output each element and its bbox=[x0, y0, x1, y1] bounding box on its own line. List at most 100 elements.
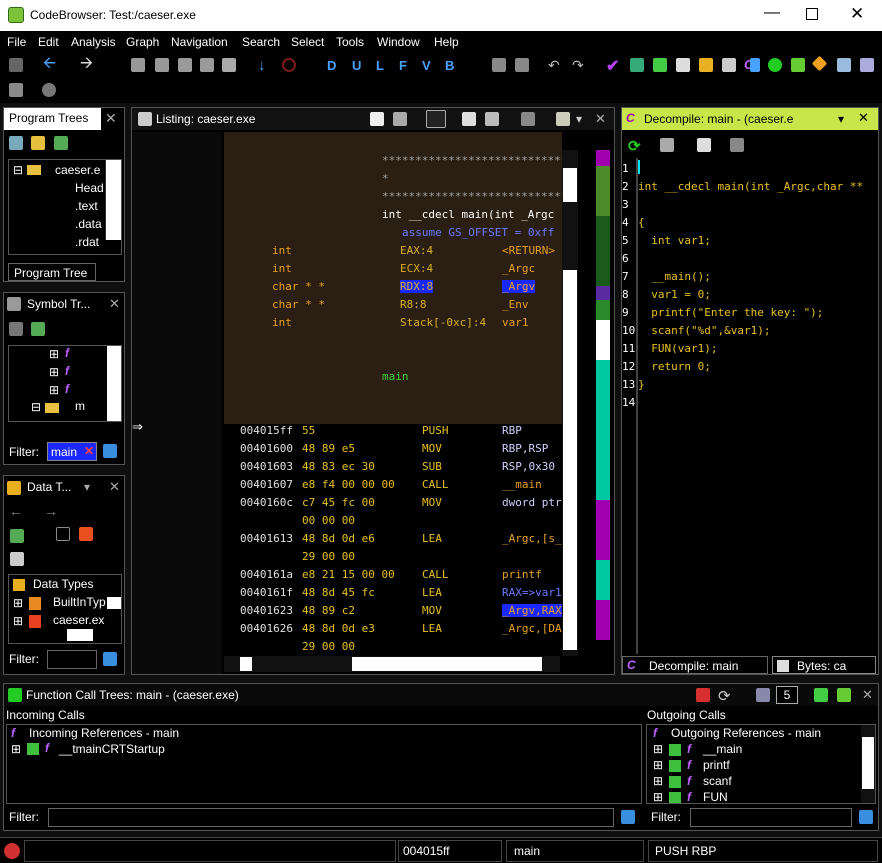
tool-icon[interactable] bbox=[750, 58, 760, 72]
undo-icon[interactable]: ↶ bbox=[548, 57, 562, 73]
letter-l-button[interactable]: L bbox=[376, 58, 384, 73]
instruction-mnemonic[interactable]: PUSH bbox=[422, 424, 449, 437]
instruction-mnemonic[interactable]: LEA bbox=[422, 586, 442, 599]
code-line[interactable]: int var1; bbox=[638, 234, 711, 247]
redo-icon[interactable]: ↷ bbox=[572, 57, 586, 73]
instruction-address[interactable]: 00401600 bbox=[240, 442, 293, 455]
vertical-scrollbar[interactable] bbox=[107, 346, 121, 421]
back-arrow-icon[interactable]: ← bbox=[9, 503, 23, 519]
layout-icon[interactable] bbox=[556, 112, 570, 126]
param-type[interactable]: int bbox=[272, 244, 292, 257]
close-icon[interactable]: ✕ bbox=[109, 296, 120, 312]
horizontal-scrollbar[interactable] bbox=[67, 629, 93, 641]
clear-icon[interactable] bbox=[492, 58, 506, 72]
tree-expander[interactable]: ⊞ bbox=[13, 614, 23, 628]
copy-icon[interactable] bbox=[370, 112, 384, 126]
instruction-operand[interactable]: RSP,0x30 bbox=[502, 460, 555, 473]
outgoing-item[interactable]: FUN bbox=[703, 790, 728, 803]
instruction-operand[interactable]: printf bbox=[502, 568, 542, 581]
tool-icon[interactable] bbox=[837, 58, 851, 72]
edit-icon[interactable] bbox=[9, 83, 23, 97]
vertical-scrollbar[interactable] bbox=[861, 725, 875, 803]
snapshot-icon[interactable] bbox=[42, 83, 56, 97]
tree-action-icon[interactable] bbox=[10, 529, 24, 543]
tool-icon[interactable] bbox=[653, 58, 667, 72]
checkmark-icon[interactable]: ✔ bbox=[606, 56, 620, 75]
instruction-operand[interactable]: RBP,RSP bbox=[502, 442, 548, 455]
param-type[interactable]: char * * bbox=[272, 298, 325, 311]
overview-bar[interactable] bbox=[596, 150, 610, 640]
paste-icon[interactable] bbox=[393, 112, 407, 126]
symbol-filter-input[interactable]: main ✕ bbox=[47, 442, 97, 461]
instruction-bytes[interactable]: 48 8d 0d e3 bbox=[302, 622, 375, 635]
tool-icon[interactable] bbox=[811, 55, 828, 72]
clear-filter-icon[interactable]: ✕ bbox=[84, 444, 94, 458]
tree-root-label[interactable]: Data Types bbox=[33, 577, 93, 591]
letter-b-button[interactable]: B bbox=[445, 58, 454, 73]
instruction-mnemonic[interactable]: LEA bbox=[422, 532, 442, 545]
instruction-address[interactable]: 00401623 bbox=[240, 604, 293, 617]
tree-expander[interactable]: ⊞ bbox=[49, 365, 59, 379]
horizontal-scrollbar[interactable] bbox=[224, 656, 560, 672]
forward-arrow-icon[interactable]: 🡪 bbox=[80, 56, 94, 72]
tool-icon[interactable] bbox=[699, 58, 713, 72]
clear-icon[interactable] bbox=[515, 58, 529, 72]
bytes-tab[interactable]: Bytes: ca bbox=[772, 656, 876, 674]
tree-item[interactable]: .text bbox=[75, 199, 98, 213]
tree-expander[interactable]: ⊞ bbox=[653, 758, 663, 772]
param-type[interactable]: char * * bbox=[272, 280, 325, 293]
instruction-mnemonic[interactable]: LEA bbox=[422, 622, 442, 635]
param-location[interactable]: R8:8 bbox=[400, 298, 427, 311]
letter-v-button[interactable]: V bbox=[422, 58, 431, 73]
function-signature[interactable]: int __cdecl main(int _Argc bbox=[382, 208, 554, 221]
nav-page-icon[interactable] bbox=[222, 58, 236, 72]
instruction-bytes[interactable]: 48 89 c2 bbox=[302, 604, 355, 617]
tree-item[interactable]: caeser.ex bbox=[53, 613, 104, 627]
dropdown-icon[interactable]: ▾ bbox=[576, 112, 582, 126]
nav-page-icon[interactable] bbox=[131, 58, 145, 72]
filter-options-icon[interactable] bbox=[103, 652, 117, 666]
decompile-tab[interactable]: C Decompile: main bbox=[622, 656, 768, 674]
code-line[interactable]: scanf("%d",&var1); bbox=[638, 324, 770, 337]
instruction-operand[interactable]: _Argc,[s_ bbox=[502, 532, 562, 545]
maximize-button[interactable] bbox=[806, 8, 818, 20]
scroll-thumb[interactable] bbox=[563, 168, 577, 202]
code-line[interactable]: return 0; bbox=[638, 360, 711, 373]
tree-action-icon[interactable] bbox=[54, 136, 68, 150]
filter-options-icon[interactable] bbox=[859, 810, 873, 824]
close-icon[interactable]: ✕ bbox=[862, 687, 873, 703]
incoming-root[interactable]: Incoming References - main bbox=[29, 726, 179, 740]
minimize-button[interactable]: — bbox=[762, 5, 782, 22]
instruction-bytes[interactable]: 29 00 00 bbox=[302, 550, 355, 563]
nav-page-icon[interactable] bbox=[200, 58, 214, 72]
instruction-mnemonic[interactable]: MOV bbox=[422, 442, 442, 455]
stop-icon[interactable] bbox=[282, 58, 296, 72]
tool-icon[interactable] bbox=[676, 58, 690, 72]
instruction-operand[interactable]: RBP bbox=[502, 424, 522, 437]
tree-expander[interactable]: ⊞ bbox=[653, 742, 663, 756]
vertical-scrollbar[interactable] bbox=[107, 597, 121, 609]
vertical-scrollbar[interactable] bbox=[562, 150, 578, 656]
tree-folder-label[interactable]: m bbox=[75, 399, 85, 413]
refresh-icon[interactable]: ⟳ bbox=[718, 687, 732, 705]
instruction-mnemonic[interactable]: MOV bbox=[422, 496, 442, 509]
tree-expander[interactable]: ⊞ bbox=[49, 347, 59, 361]
nav-page-icon[interactable] bbox=[178, 58, 192, 72]
param-location[interactable]: Stack[-0xc]:4 bbox=[400, 316, 486, 329]
code-line[interactable]: __main(); bbox=[638, 270, 711, 283]
tree-expander[interactable]: ⊞ bbox=[653, 774, 663, 788]
back-arrow-icon[interactable]: 🡨 bbox=[43, 56, 57, 72]
instruction-address[interactable]: 00401613 bbox=[240, 532, 293, 545]
instruction-address[interactable]: 00401607 bbox=[240, 478, 293, 491]
folder-icon[interactable] bbox=[31, 136, 45, 150]
letter-u-button[interactable]: U bbox=[352, 58, 361, 73]
outgoing-item[interactable]: printf bbox=[703, 758, 730, 772]
tree-expander[interactable]: ⊞ bbox=[13, 596, 23, 610]
tool-icon[interactable] bbox=[630, 58, 644, 72]
menu-analysis[interactable]: Analysis bbox=[71, 35, 116, 49]
program-tree-tab[interactable]: Program Tree bbox=[8, 263, 96, 281]
param-location[interactable]: EAX:4 bbox=[400, 244, 433, 257]
param-type[interactable]: int bbox=[272, 316, 292, 329]
instruction-bytes[interactable]: 48 89 e5 bbox=[302, 442, 355, 455]
nav-page-icon[interactable] bbox=[155, 58, 169, 72]
